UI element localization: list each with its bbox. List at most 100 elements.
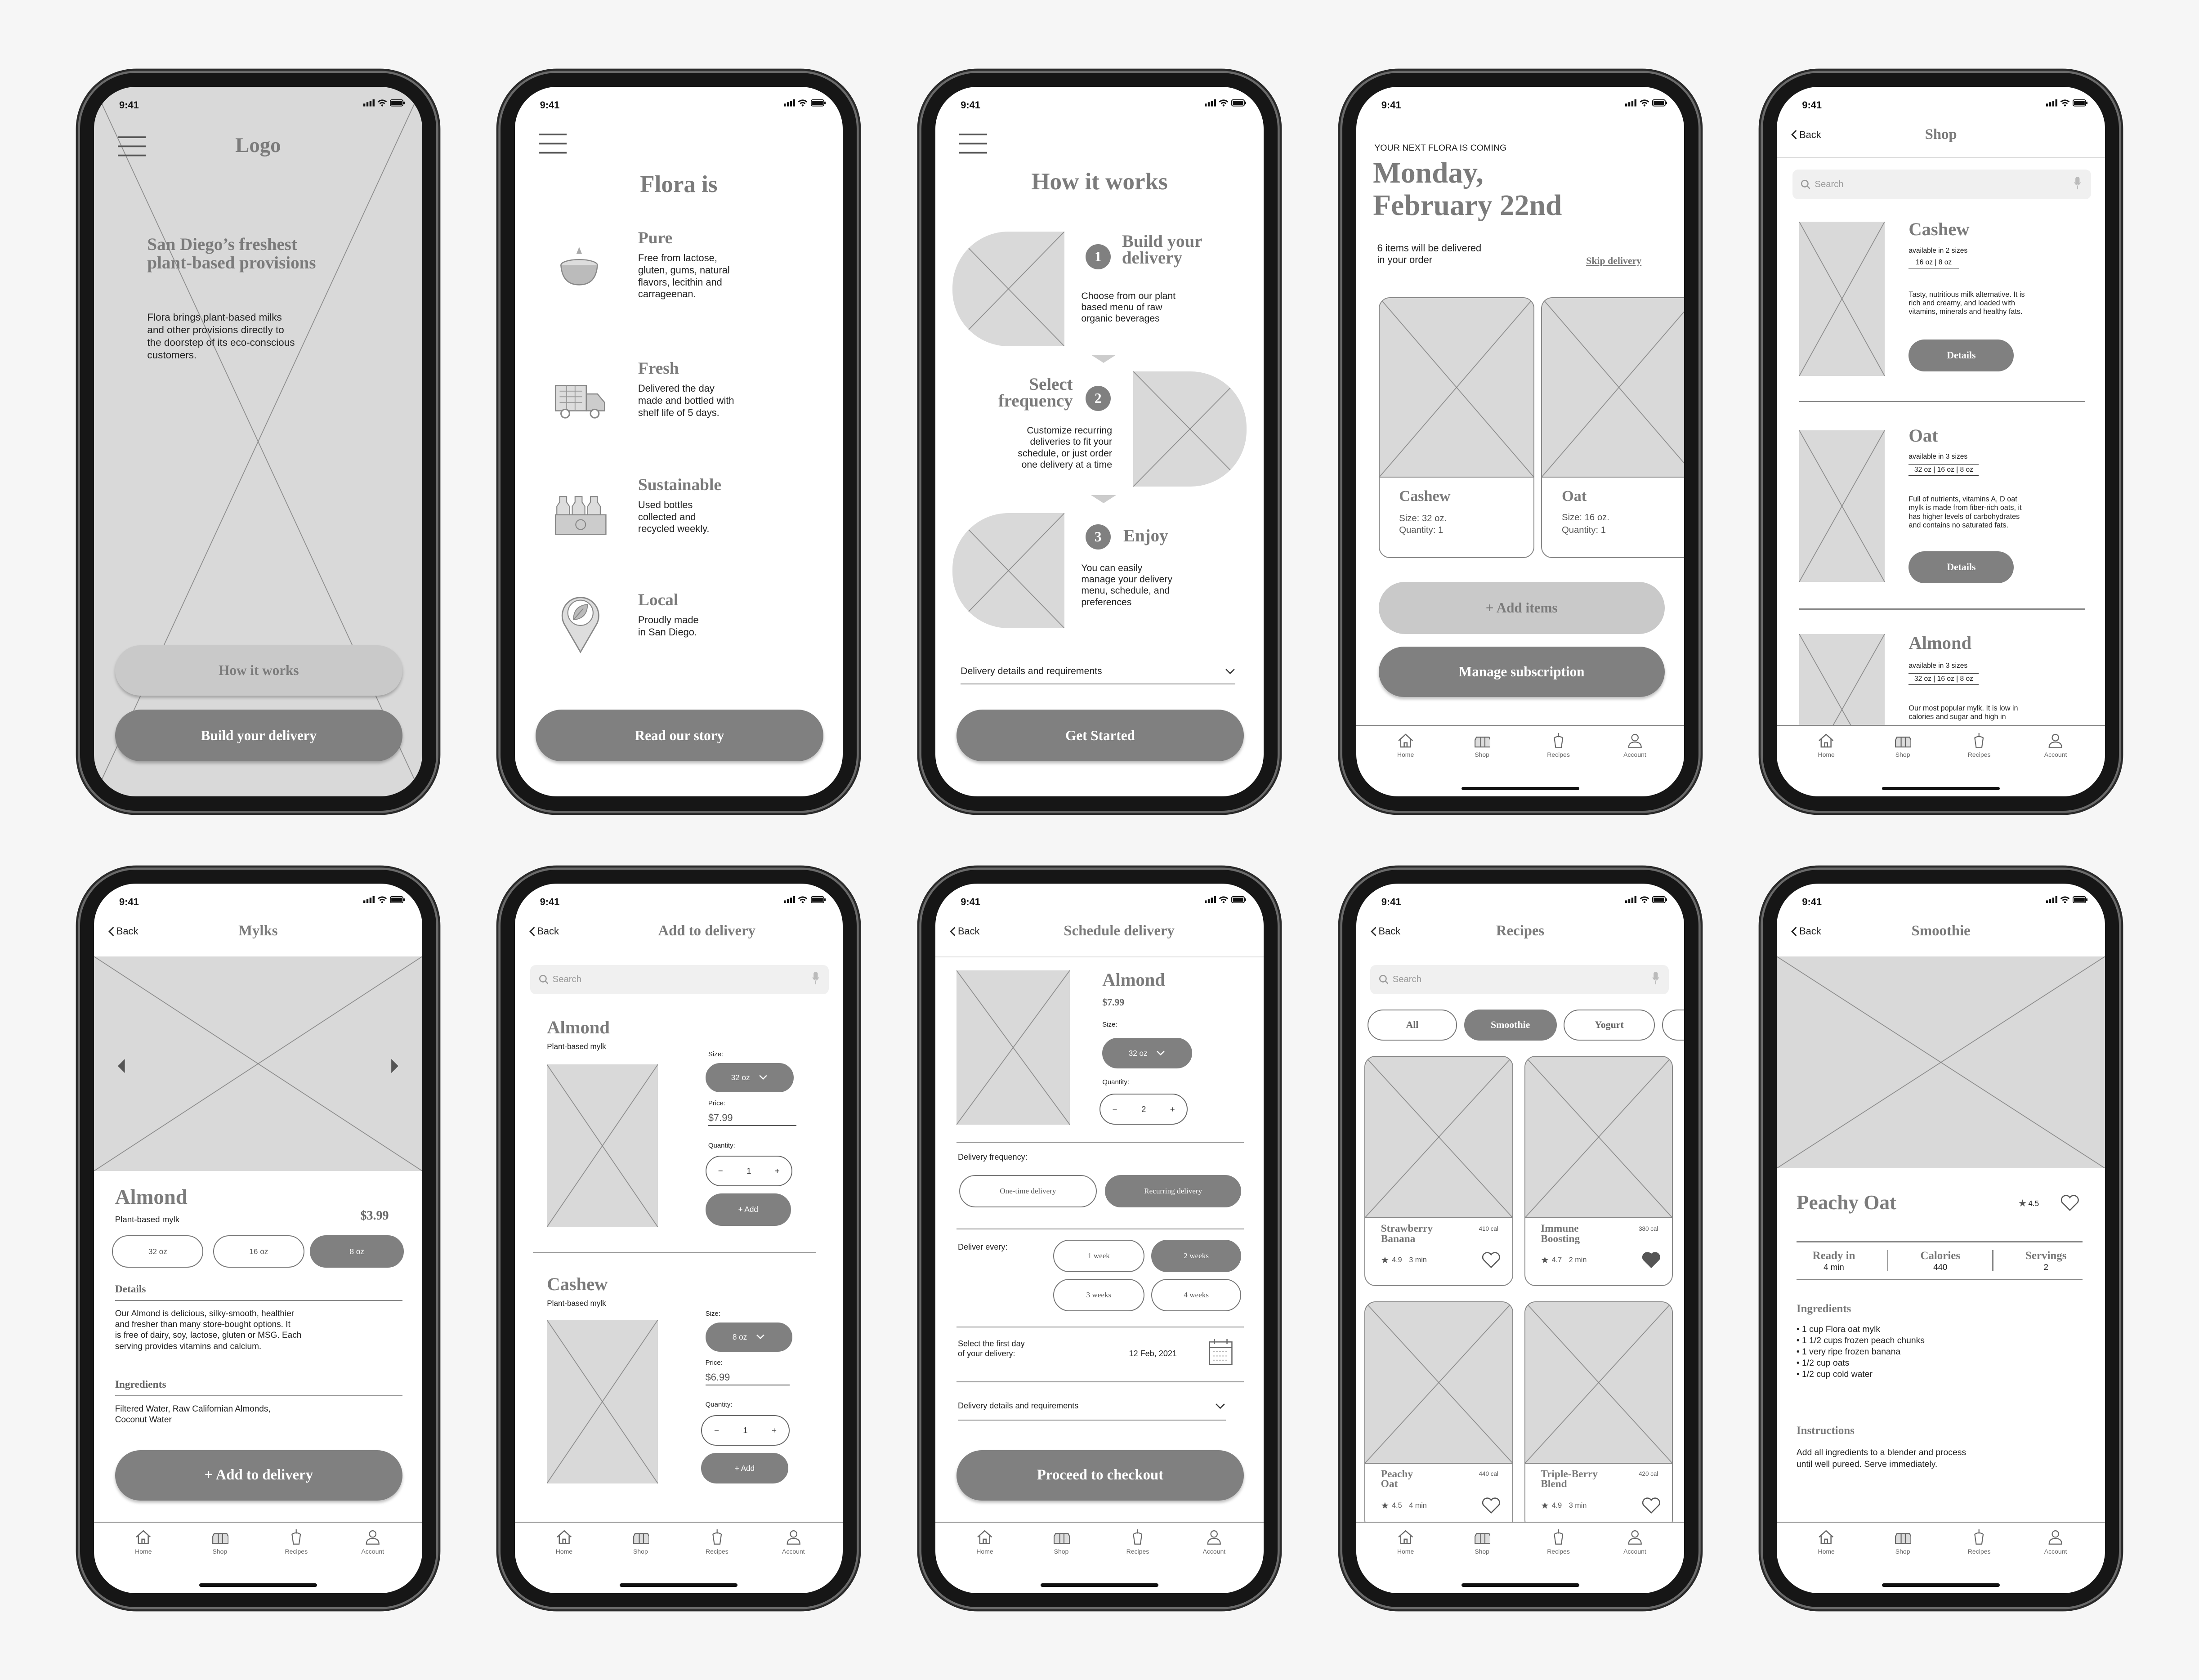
delivery-item-card[interactable]: Oat Size: 16 oz. Quantity: 1 — [1541, 297, 1685, 559]
heart-icon[interactable] — [2060, 1195, 2080, 1211]
tab-shop[interactable]: Shop — [612, 1523, 669, 1578]
details-button[interactable]: Details — [1908, 339, 2014, 372]
recurring-delivery-option[interactable]: Recurring delivery — [1105, 1175, 1241, 1208]
tab-shop[interactable]: Shop — [1875, 726, 1931, 781]
increment-button[interactable]: + — [772, 1425, 777, 1435]
one-time-delivery-option[interactable]: One-time delivery — [959, 1175, 1097, 1208]
decrement-button[interactable]: − — [714, 1425, 719, 1435]
microphone-icon[interactable] — [812, 972, 819, 985]
increment-button[interactable]: + — [775, 1166, 780, 1176]
size-option-selected[interactable]: 8 oz — [310, 1235, 404, 1268]
tab-recipes[interactable]: Recipes — [1530, 1523, 1587, 1578]
skip-delivery-link[interactable]: Skip delivery — [1586, 255, 1641, 267]
decrement-button[interactable]: − — [1113, 1104, 1117, 1114]
size-option[interactable]: 16 oz — [213, 1235, 304, 1268]
tab-account[interactable]: Account — [1186, 1523, 1243, 1578]
add-button[interactable]: + Add — [705, 1193, 791, 1226]
recipe-card[interactable]: Triple-Berry Blend 420 cal ★ 4.9 3 min — [1524, 1301, 1673, 1532]
tab-recipes[interactable]: Recipes — [1110, 1523, 1166, 1578]
tab-recipes[interactable]: Recipes — [268, 1523, 324, 1578]
tab-home[interactable]: Home — [536, 1523, 592, 1578]
filter-chip-yogurt[interactable]: Yogurt — [1564, 1010, 1655, 1041]
tab-account[interactable]: Account — [2028, 726, 2084, 781]
delivery-item-card[interactable]: Cashew Size: 32 oz. Quantity: 1 — [1378, 297, 1534, 559]
tab-account[interactable]: Account — [344, 1523, 401, 1578]
details-button[interactable]: Details — [1908, 551, 2014, 584]
tab-recipes[interactable]: Recipes — [1951, 1523, 2007, 1578]
tab-shop[interactable]: Shop — [1033, 1523, 1090, 1578]
hamburger-menu-icon[interactable] — [538, 133, 567, 154]
first-day-value[interactable]: 12 Feb, 2021 — [1129, 1349, 1177, 1358]
tab-home[interactable]: Home — [1798, 1523, 1855, 1578]
decrement-button[interactable]: − — [718, 1166, 723, 1176]
add-to-delivery-button[interactable]: + Add to delivery — [115, 1450, 402, 1501]
quantity-stepper[interactable]: − 1 + — [705, 1155, 792, 1187]
manage-subscription-button[interactable]: Manage subscription — [1378, 646, 1665, 697]
build-delivery-button[interactable]: Build your delivery — [115, 709, 402, 762]
filter-chip-smoothie[interactable]: Smoothie — [1464, 1010, 1557, 1041]
heart-icon[interactable] — [1481, 1497, 1501, 1514]
product-availability: available in 3 sizes — [1908, 453, 1968, 461]
how-it-works-button[interactable]: How it works — [115, 645, 402, 696]
tab-recipes[interactable]: Recipes — [1530, 726, 1587, 781]
tab-shop[interactable]: Shop — [1875, 1523, 1931, 1578]
tab-home[interactable]: Home — [115, 1523, 171, 1578]
tab-shop[interactable]: Shop — [1454, 1523, 1510, 1578]
heart-filled-icon[interactable] — [1641, 1252, 1661, 1269]
bottles-icon — [1895, 1533, 1911, 1544]
search-input[interactable]: Search — [530, 965, 829, 995]
interval-option[interactable]: 1 week — [1053, 1239, 1144, 1272]
hamburger-menu-icon[interactable] — [959, 133, 988, 154]
item-image-placeholder — [1542, 298, 1685, 478]
size-select[interactable]: 32 oz — [705, 1063, 794, 1093]
heart-icon[interactable] — [1641, 1497, 1661, 1514]
tab-recipes[interactable]: Recipes — [1951, 726, 2007, 781]
size-select[interactable]: 32 oz — [1102, 1037, 1192, 1069]
tab-home[interactable]: Home — [1377, 726, 1434, 781]
heart-icon[interactable] — [1481, 1252, 1501, 1269]
recipe-card[interactable]: Immune Boosting 380 cal ★ 4.7 2 min — [1524, 1056, 1673, 1286]
home-icon — [136, 1530, 151, 1544]
step-connector-arrow — [1091, 495, 1117, 503]
microphone-icon[interactable] — [2074, 176, 2081, 189]
delivery-details-dropdown[interactable]: Delivery details and requirements — [961, 659, 1236, 684]
filter-chip-more[interactable] — [1662, 1010, 1685, 1041]
recipe-card[interactable]: Strawberry Banana 410 cal ★ 4.9 3 min — [1364, 1056, 1513, 1286]
quantity-stepper[interactable]: − 2 + — [1099, 1094, 1188, 1125]
calendar-icon[interactable] — [1209, 1339, 1233, 1366]
search-input[interactable]: Search — [1370, 965, 1669, 995]
recipe-rating: 4.9 — [1392, 1256, 1402, 1264]
tab-home[interactable]: Home — [1798, 726, 1855, 781]
add-items-button[interactable]: + Add items — [1378, 582, 1665, 634]
interval-option[interactable]: 4 weeks — [1151, 1279, 1241, 1311]
status-time: 9:41 — [119, 99, 139, 111]
quantity-stepper[interactable]: − 1 + — [701, 1415, 790, 1446]
delivery-details-dropdown[interactable]: Delivery details and requirements — [957, 1393, 1226, 1421]
product-image-carousel[interactable] — [94, 956, 422, 1171]
tab-account[interactable]: Account — [1607, 726, 1663, 781]
tab-home[interactable]: Home — [1377, 1523, 1434, 1578]
carousel-next-icon[interactable] — [390, 1059, 398, 1073]
tab-account[interactable]: Account — [765, 1523, 822, 1578]
tab-account[interactable]: Account — [1607, 1523, 1663, 1578]
size-option[interactable]: 32 oz — [112, 1235, 204, 1268]
microphone-icon[interactable] — [1652, 972, 1659, 985]
carousel-prev-icon[interactable] — [117, 1059, 126, 1073]
read-our-story-button[interactable]: Read our story — [536, 709, 823, 762]
filter-chip-all[interactable]: All — [1367, 1010, 1457, 1041]
tab-shop[interactable]: Shop — [192, 1523, 248, 1578]
proceed-to-checkout-button[interactable]: Proceed to checkout — [956, 1450, 1244, 1501]
interval-option-selected[interactable]: 2 weeks — [1151, 1239, 1241, 1272]
increment-button[interactable]: + — [1170, 1104, 1175, 1114]
tab-home[interactable]: Home — [957, 1523, 1013, 1578]
get-started-button[interactable]: Get Started — [956, 709, 1244, 762]
tab-account[interactable]: Account — [2028, 1523, 2084, 1578]
search-input[interactable]: Search — [1792, 170, 2091, 199]
recipe-card[interactable]: Peachy Oat 440 cal ★ 4.5 4 min — [1364, 1301, 1513, 1532]
location-leaf-icon — [562, 597, 599, 653]
tab-shop[interactable]: Shop — [1454, 726, 1510, 781]
interval-option[interactable]: 3 weeks — [1053, 1279, 1144, 1311]
add-button[interactable]: + Add — [701, 1452, 788, 1484]
tab-recipes[interactable]: Recipes — [689, 1523, 745, 1578]
size-select[interactable]: 8 oz — [705, 1322, 792, 1352]
